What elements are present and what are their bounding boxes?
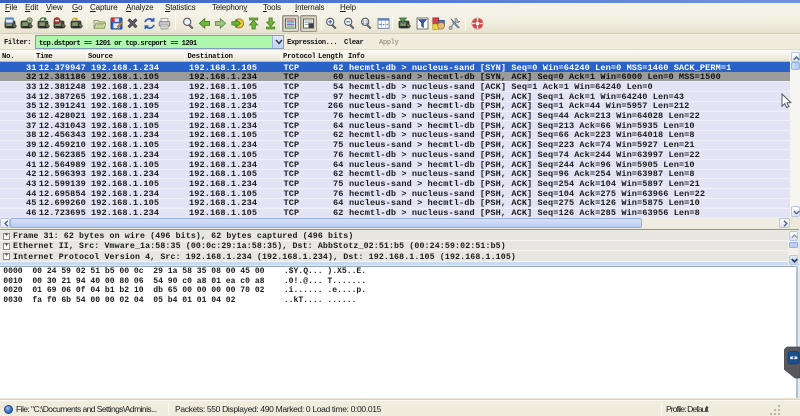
svg-text:1:1: 1:1 (362, 20, 369, 25)
